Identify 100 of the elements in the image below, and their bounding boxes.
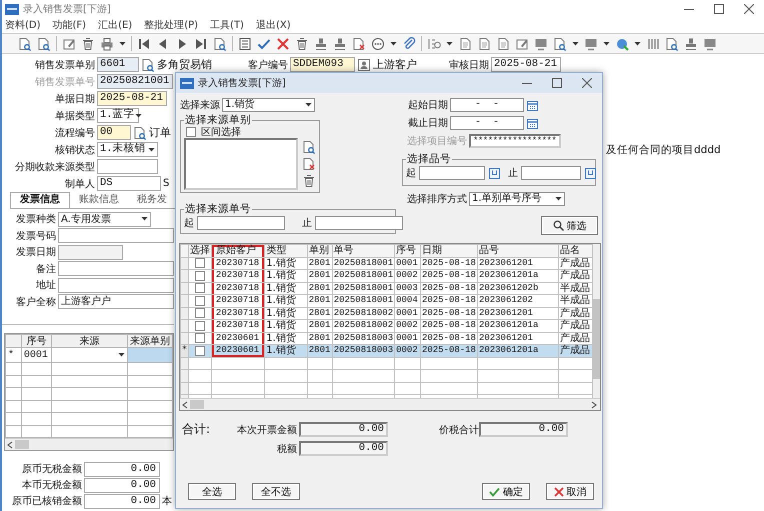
scroll-thumb[interactable] xyxy=(190,400,204,409)
input-field[interactable] xyxy=(97,159,158,174)
menu-item[interactable]: 功能(F) xyxy=(52,18,86,32)
select-button[interactable]: 全不选 xyxy=(252,483,300,500)
column-header[interactable]: 来源单别 xyxy=(127,334,172,348)
scrollbar[interactable] xyxy=(180,398,600,410)
dropdown[interactable]: 1.蓝字 xyxy=(97,108,139,123)
menu-item[interactable]: 资料(D) xyxy=(5,18,41,32)
trash-icon[interactable] xyxy=(295,36,309,50)
column-header[interactable]: 来源 xyxy=(51,334,128,348)
filter-button[interactable]: 筛选 xyxy=(541,216,598,235)
document-icon[interactable] xyxy=(477,36,491,50)
checkbox[interactable] xyxy=(194,296,205,306)
stamp-icon[interactable] xyxy=(684,36,698,50)
menu-item[interactable]: 工具(T) xyxy=(210,18,244,32)
document-search-icon[interactable] xyxy=(37,36,51,50)
checkbox[interactable] xyxy=(194,283,205,294)
select-button[interactable]: 全选 xyxy=(188,483,236,500)
picker-icon[interactable] xyxy=(488,166,501,180)
last-icon[interactable] xyxy=(194,36,208,50)
monitor-icon[interactable] xyxy=(534,36,548,50)
monitor-icon[interactable] xyxy=(703,36,717,50)
table-row[interactable]: 20230718 1.销货 2801 20250818001 0004 2025-08-18 2023061202 半成品 xyxy=(180,294,592,307)
more-icon[interactable] xyxy=(371,36,385,50)
input-field[interactable]: - - xyxy=(450,98,524,112)
checkbox[interactable] xyxy=(186,127,196,137)
document-icon[interactable] xyxy=(496,36,510,50)
checkbox[interactable] xyxy=(194,270,205,281)
table-row[interactable]: 20230718 1.销货 2801 20250818002 0002 2025-08-18 2023061201a 产成品 xyxy=(180,320,592,332)
tab[interactable]: 账款信息 xyxy=(70,193,128,208)
input-field[interactable] xyxy=(197,216,285,230)
calendar-icon[interactable] xyxy=(526,116,539,130)
document-icon[interactable] xyxy=(458,36,472,50)
scroll-thumb[interactable] xyxy=(15,440,29,449)
stamp-icon[interactable] xyxy=(314,36,328,50)
column-header[interactable]: 品名 xyxy=(558,244,592,257)
tab[interactable]: 税务发 xyxy=(128,193,176,208)
lookup-link[interactable]: 订单 xyxy=(149,125,171,140)
document-search-icon[interactable] xyxy=(133,126,147,140)
table-row[interactable]: * 20230601 1.销货 2801 20250818003 0002 2025-08-18 2023061201a 产成品 xyxy=(180,344,592,357)
dropdown[interactable]: A.专用发票 xyxy=(58,212,151,227)
dropdown[interactable]: 1.单别单号序号 xyxy=(469,192,565,206)
lookup-link[interactable]: 多角贸易销 xyxy=(157,57,212,72)
table-row[interactable]: 20230718 1.销货 2801 20250818002 0001 2025-08-18 2023061201 产成品 xyxy=(180,307,592,320)
input-field[interactable] xyxy=(521,166,581,180)
table-row[interactable]: 20230718 1.销货 2801 20250818001 0003 2025-08-18 2023061202b 半成品 xyxy=(180,282,592,294)
dropdown[interactable]: 1.销货 xyxy=(222,98,315,112)
document-search-icon[interactable] xyxy=(18,36,32,50)
bars-icon[interactable] xyxy=(646,36,660,50)
document-search-icon[interactable] xyxy=(302,140,316,154)
table-row[interactable]: 20230718 1.销货 2801 20250818001 0001 2025-08-18 2023061201 产成品 xyxy=(180,257,592,270)
first-icon[interactable] xyxy=(137,36,151,50)
input-field[interactable]: 00 xyxy=(97,125,131,140)
document-delete-icon[interactable] xyxy=(352,36,366,50)
menu-item[interactable]: 退出(X) xyxy=(256,18,291,32)
input-field[interactable]: - - xyxy=(450,116,524,130)
checkbox[interactable] xyxy=(194,333,205,344)
input-field[interactable] xyxy=(315,216,403,230)
checkbox[interactable] xyxy=(194,320,205,331)
menu-item[interactable]: 汇出(E) xyxy=(98,18,132,32)
ok-button[interactable]: 确定 xyxy=(482,483,530,500)
input-field[interactable] xyxy=(58,228,174,244)
picker-icon[interactable] xyxy=(584,166,597,180)
edit-icon[interactable] xyxy=(515,36,529,50)
document-search-icon[interactable] xyxy=(213,36,227,50)
monitor-icon[interactable] xyxy=(584,36,598,50)
scrollbar[interactable] xyxy=(5,438,173,450)
column-header[interactable]: 选择 xyxy=(188,244,212,257)
scrollbar[interactable] xyxy=(593,244,600,398)
input-field[interactable]: 6601 xyxy=(97,57,139,72)
list-box[interactable] xyxy=(184,138,298,190)
input-field[interactable] xyxy=(419,166,485,180)
check-icon[interactable] xyxy=(257,36,271,50)
column-header[interactable]: 序号 xyxy=(394,244,420,257)
printer-icon[interactable] xyxy=(100,36,114,50)
column-header[interactable]: 序号 xyxy=(21,334,52,348)
stamp-icon[interactable] xyxy=(333,36,347,50)
document-search-icon[interactable] xyxy=(665,36,679,50)
column-header[interactable]: 类型 xyxy=(264,244,308,257)
column-header[interactable]: 单别 xyxy=(307,244,332,257)
person-card-icon[interactable] xyxy=(357,58,371,72)
input-field[interactable] xyxy=(58,278,174,293)
checkbox[interactable] xyxy=(194,258,205,268)
cross-icon[interactable] xyxy=(276,36,290,50)
list-document-icon[interactable] xyxy=(238,36,252,50)
document-search-icon[interactable] xyxy=(141,58,155,72)
input-field[interactable]: SDDEM093 xyxy=(290,57,355,72)
column-header[interactable]: 品号 xyxy=(477,244,559,257)
calendar-icon[interactable] xyxy=(526,98,539,112)
dropdown[interactable]: 1.未核销 xyxy=(97,142,158,157)
input-field[interactable] xyxy=(58,244,123,260)
checkbox[interactable] xyxy=(194,346,205,356)
cancel-button[interactable]: 取消 xyxy=(546,483,594,500)
table-row[interactable]: 20230718 1.销货 2801 20250818001 0002 2025-08-18 2023061201a 产成品 xyxy=(180,270,592,282)
scroll-thumb[interactable] xyxy=(593,299,600,379)
input-field[interactable]: 上游客户户 xyxy=(58,294,174,310)
checkbox[interactable] xyxy=(194,308,205,318)
edit-icon[interactable] xyxy=(62,36,76,50)
list-icon[interactable] xyxy=(427,36,441,50)
tab[interactable]: 发票信息 xyxy=(10,192,70,208)
